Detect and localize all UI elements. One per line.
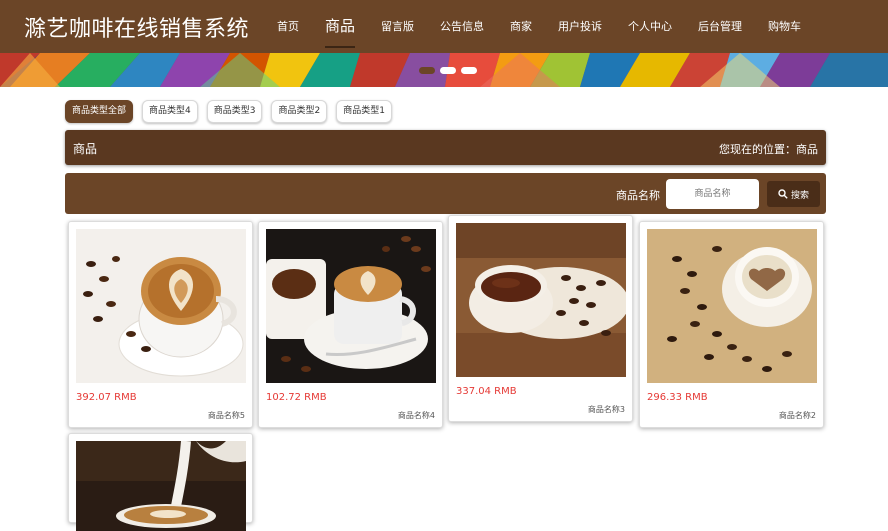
- site-title[interactable]: 滁艺咖啡在线销售系统: [24, 11, 249, 43]
- search-button[interactable]: 搜索: [767, 181, 820, 207]
- carousel-dot-1[interactable]: [419, 67, 435, 74]
- header-bar: 滁艺咖啡在线销售系统 首页 商品 留言版 公告信息 商家 用户投诉 个人中心 后…: [0, 0, 888, 53]
- filter-type-4[interactable]: 商品类型4: [142, 100, 198, 123]
- product-price: 296.33 RMB: [647, 392, 708, 403]
- search-icon: [778, 189, 788, 199]
- product-name[interactable]: 商品名称4: [398, 410, 435, 421]
- category-filters: 商品类型全部 商品类型4 商品类型3 商品类型2 商品类型1: [65, 100, 392, 123]
- nav-cart[interactable]: 购物车: [755, 0, 814, 53]
- product-price: 102.72 RMB: [266, 392, 327, 403]
- product-card[interactable]: 296.33 RMB 商品名称2: [639, 221, 824, 428]
- carousel-dot-2[interactable]: [440, 67, 456, 74]
- product-price: 337.04 RMB: [456, 386, 517, 397]
- product-image[interactable]: [76, 441, 246, 531]
- section-title-bar: 商品 您现在的位置：商品: [65, 130, 826, 165]
- product-name[interactable]: 商品名称3: [588, 404, 625, 415]
- nav-message-board[interactable]: 留言版: [368, 0, 427, 53]
- product-card[interactable]: 392.07 RMB 商品名称5: [68, 221, 253, 428]
- product-card[interactable]: 337.04 RMB 商品名称3: [448, 215, 633, 422]
- product-name[interactable]: 商品名称5: [208, 410, 245, 421]
- search-button-label: 搜索: [790, 190, 809, 201]
- search-input[interactable]: [666, 179, 759, 209]
- nav-home[interactable]: 首页: [264, 0, 312, 53]
- nav-merchants[interactable]: 商家: [497, 0, 545, 53]
- filter-type-2[interactable]: 商品类型2: [271, 100, 328, 123]
- main-nav: 首页 商品 留言版 公告信息 商家 用户投诉 个人中心 后台管理 购物车: [264, 0, 814, 53]
- filter-type-1[interactable]: 商品类型1: [336, 100, 392, 123]
- filter-type-3[interactable]: 商品类型3: [206, 100, 263, 123]
- product-card[interactable]: [68, 433, 253, 531]
- nav-complaints[interactable]: 用户投诉: [545, 0, 615, 53]
- carousel-dots: [419, 67, 477, 74]
- nav-announcements[interactable]: 公告信息: [427, 0, 497, 53]
- product-image[interactable]: [266, 229, 436, 383]
- product-image[interactable]: [456, 223, 626, 377]
- nav-products[interactable]: 商品: [312, 0, 368, 53]
- filter-all[interactable]: 商品类型全部: [65, 100, 134, 123]
- carousel-dot-3[interactable]: [461, 67, 477, 74]
- product-image[interactable]: [76, 229, 246, 383]
- banner-carousel[interactable]: [0, 53, 888, 87]
- breadcrumb: 您现在的位置：商品: [719, 143, 818, 156]
- product-image[interactable]: [647, 229, 817, 383]
- product-name[interactable]: 商品名称2: [779, 410, 816, 421]
- section-title: 商品: [73, 142, 98, 156]
- nav-user-center[interactable]: 个人中心: [615, 0, 685, 53]
- product-card[interactable]: 102.72 RMB 商品名称4: [258, 221, 443, 428]
- product-price: 392.07 RMB: [76, 392, 137, 403]
- search-label: 商品名称: [616, 189, 660, 202]
- search-bar: 商品名称 搜索: [65, 173, 826, 214]
- nav-admin[interactable]: 后台管理: [685, 0, 755, 53]
